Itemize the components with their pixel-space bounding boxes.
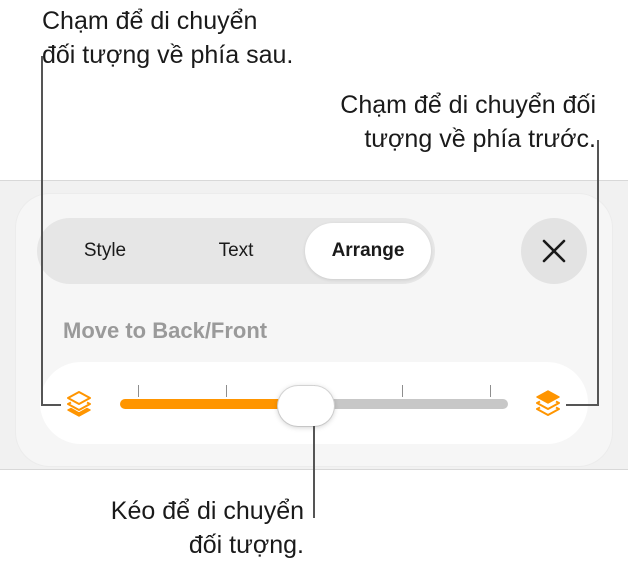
leader-line (313, 426, 315, 518)
callout-line: đối tượng về phía sau. (42, 41, 294, 69)
tab-style[interactable]: Style (53, 223, 157, 279)
callout-line: Kéo để di chuyển (110, 497, 304, 525)
move-to-front-button[interactable] (533, 388, 563, 418)
leader-line (41, 56, 43, 406)
layers-front-icon (536, 390, 560, 416)
leader-line (566, 404, 599, 406)
section-title: Move to Back/Front (63, 318, 268, 343)
slider-track-empty (306, 399, 508, 409)
format-tabs: Style Text Arrange (37, 218, 435, 284)
layers-back-icon (67, 391, 91, 417)
callout-move-front: Chạm để di chuyển đối tượng về phía trướ… (340, 88, 596, 156)
callout-line: Chạm để di chuyển (42, 7, 258, 35)
callout-line: đối tượng. (188, 531, 304, 559)
xmark-icon (542, 239, 566, 263)
tab-arrange[interactable]: Arrange (305, 223, 431, 279)
slider-tick (226, 385, 227, 397)
callout-line: tượng về phía trước. (364, 125, 596, 153)
callout-drag-slider: Kéo để di chuyển đối tượng. (111, 494, 304, 562)
slider-thumb[interactable] (278, 386, 335, 426)
slider-tick (138, 385, 139, 397)
slider-tick (490, 385, 491, 397)
tab-text[interactable]: Text (187, 223, 285, 279)
slider-tick (402, 385, 403, 397)
leader-line (41, 404, 61, 406)
leader-line (597, 140, 599, 406)
callout-line: Chạm để di chuyển đối (340, 91, 596, 119)
close-button[interactable] (521, 218, 587, 284)
callout-move-back: Chạm để di chuyển đối tượng về phía sau. (42, 4, 293, 72)
move-to-back-button[interactable] (64, 388, 94, 418)
